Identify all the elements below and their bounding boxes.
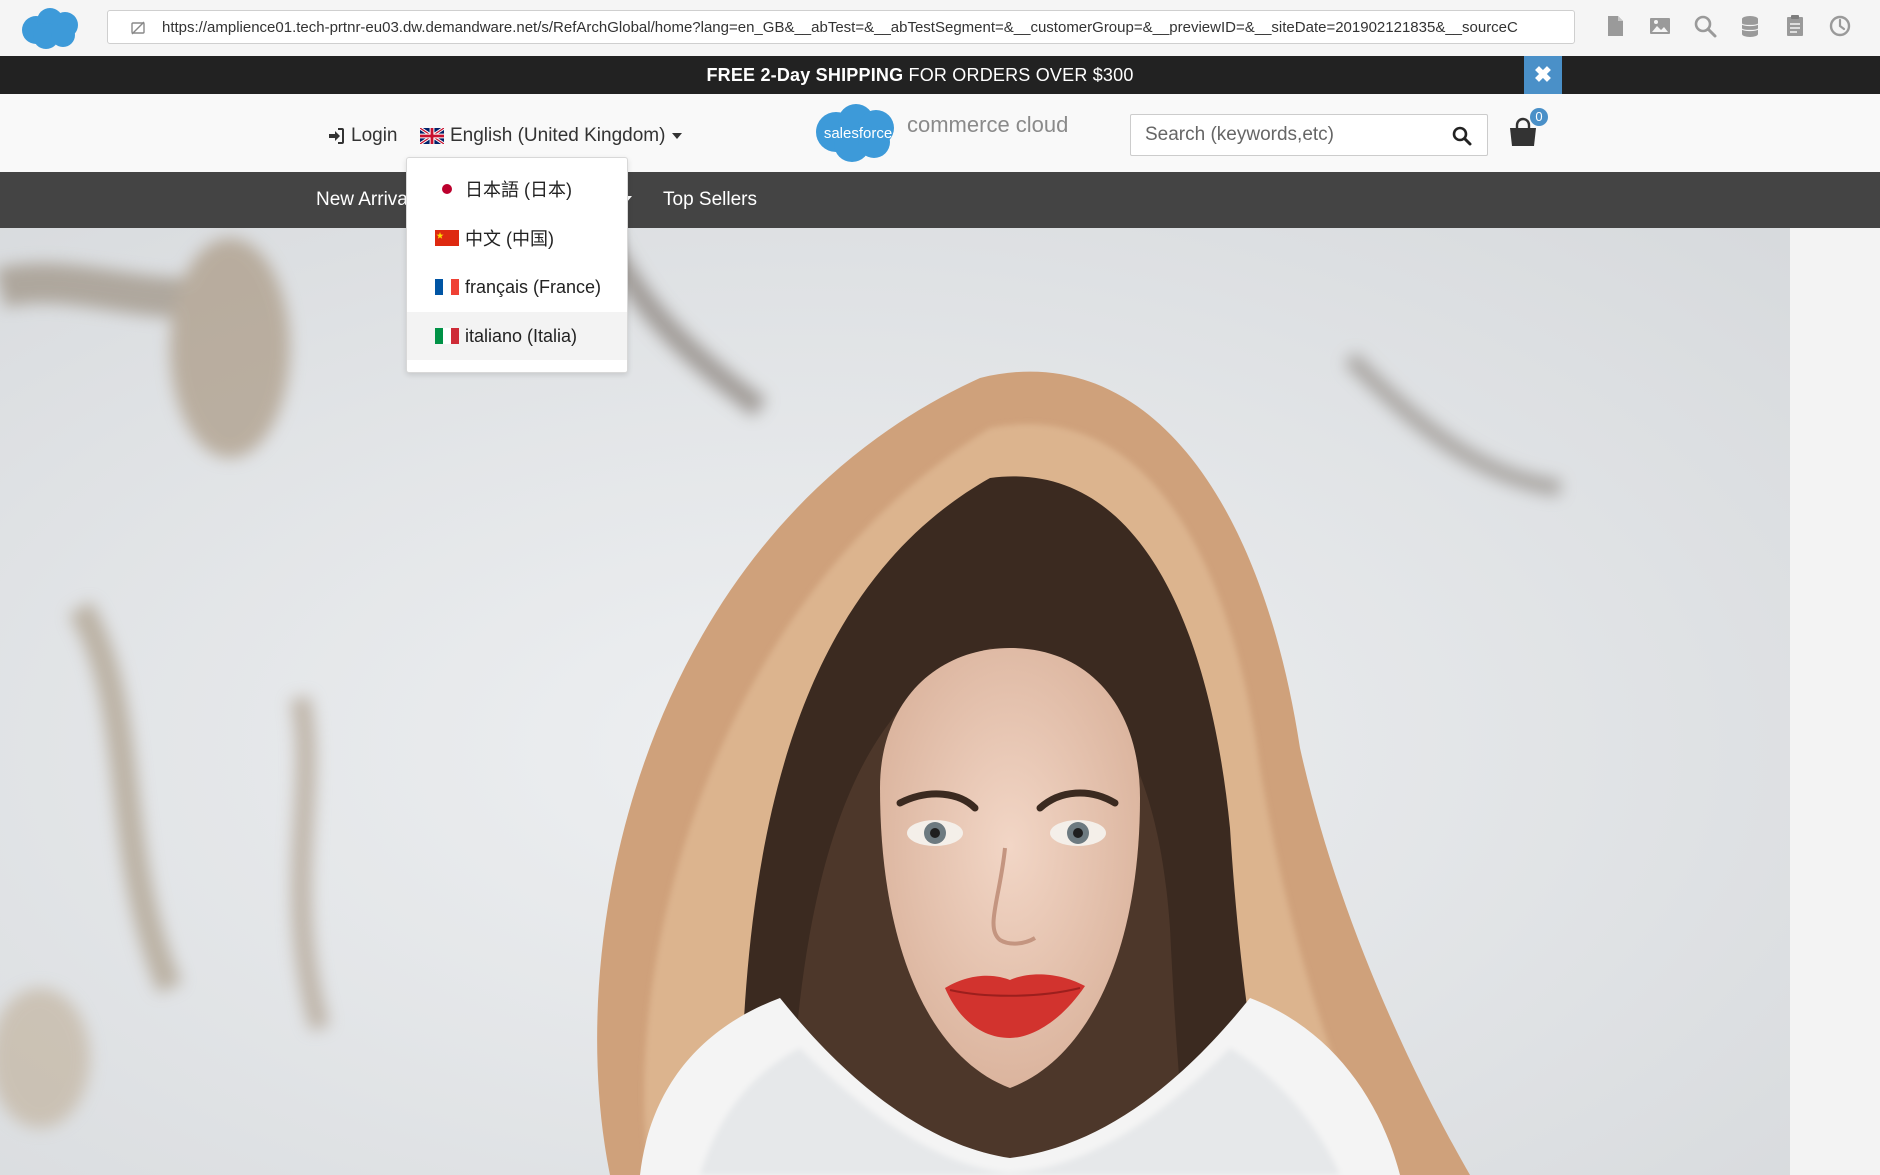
promo-text: FREE 2-Day SHIPPING FOR ORDERS OVER $300 xyxy=(0,56,1840,94)
language-option-label: 日本語 (日本) xyxy=(465,180,572,200)
italy-flag-icon xyxy=(435,328,459,344)
language-option-japanese[interactable]: 日本語 (日本) xyxy=(407,165,627,213)
france-flag-icon xyxy=(435,279,459,295)
language-dropdown-menu: 日本語 (日本) 中文 (中国) français (France) itali… xyxy=(406,157,628,373)
language-option-italian[interactable]: italiano (Italia) xyxy=(407,312,627,360)
language-option-label: 中文 (中国) xyxy=(465,229,554,249)
search-box xyxy=(1130,114,1488,156)
page-icon[interactable] xyxy=(1602,13,1628,39)
language-option-label: français (France) xyxy=(465,276,602,297)
clipboard-icon[interactable] xyxy=(1782,13,1808,39)
salesforce-cloud-icon[interactable] xyxy=(18,6,84,50)
salesforce-logo-icon: salesforce xyxy=(816,104,894,162)
japan-flag-icon xyxy=(435,181,459,197)
browser-toolbar: https://amplience01.tech-prtnr-eu03.dw.d… xyxy=(0,0,1880,56)
logo-text: commerce cloud xyxy=(907,112,1069,137)
promo-text-rest: FOR ORDERS OVER $300 xyxy=(903,65,1134,85)
promo-text-bold: FREE 2-Day SHIPPING xyxy=(706,65,904,85)
hero-banner[interactable] xyxy=(0,228,1790,1175)
page-gutter xyxy=(1790,228,1880,1175)
address-bar[interactable]: https://amplience01.tech-prtnr-eu03.dw.d… xyxy=(107,10,1575,44)
promo-close-button[interactable]: ✖ xyxy=(1524,56,1562,94)
login-label: Login xyxy=(351,125,398,146)
china-flag-icon xyxy=(435,230,459,246)
nav-item-top-sellers[interactable]: Top Sellers xyxy=(663,172,757,228)
site-header: Login English (United Kingdom) salesforc… xyxy=(0,94,1880,172)
uk-flag-icon xyxy=(420,128,444,144)
site-info-icon[interactable] xyxy=(130,20,146,36)
search-input[interactable] xyxy=(1131,115,1459,155)
site-logo[interactable]: salesforce commerce cloud xyxy=(812,100,1082,166)
cart-count-badge: 0 xyxy=(1530,108,1548,126)
search-button-icon[interactable] xyxy=(1451,125,1473,147)
hero-image xyxy=(0,228,1790,1175)
image-icon[interactable] xyxy=(1647,13,1673,39)
logo-badge-text: salesforce xyxy=(824,125,892,142)
promo-banner: FREE 2-Day SHIPPING FOR ORDERS OVER $300… xyxy=(0,56,1880,94)
url-text[interactable]: https://amplience01.tech-prtnr-eu03.dw.d… xyxy=(162,19,1562,37)
cart-button[interactable]: 0 xyxy=(1506,108,1548,152)
caret-down-icon xyxy=(672,133,683,139)
database-icon[interactable] xyxy=(1737,13,1763,39)
language-selected-label: English (United Kingdom) xyxy=(450,125,666,146)
search-icon[interactable] xyxy=(1692,13,1718,39)
sign-in-icon xyxy=(329,128,344,144)
language-option-french[interactable]: français (France) xyxy=(407,263,627,311)
language-selector[interactable]: English (United Kingdom) xyxy=(420,124,683,148)
language-option-label: italiano (Italia) xyxy=(465,325,578,346)
clock-icon[interactable] xyxy=(1827,13,1853,39)
language-option-chinese[interactable]: 中文 (中国) xyxy=(407,214,627,262)
main-navigation: New Arrivals Top Sellers xyxy=(0,172,1880,228)
login-link[interactable]: Login xyxy=(327,124,398,148)
